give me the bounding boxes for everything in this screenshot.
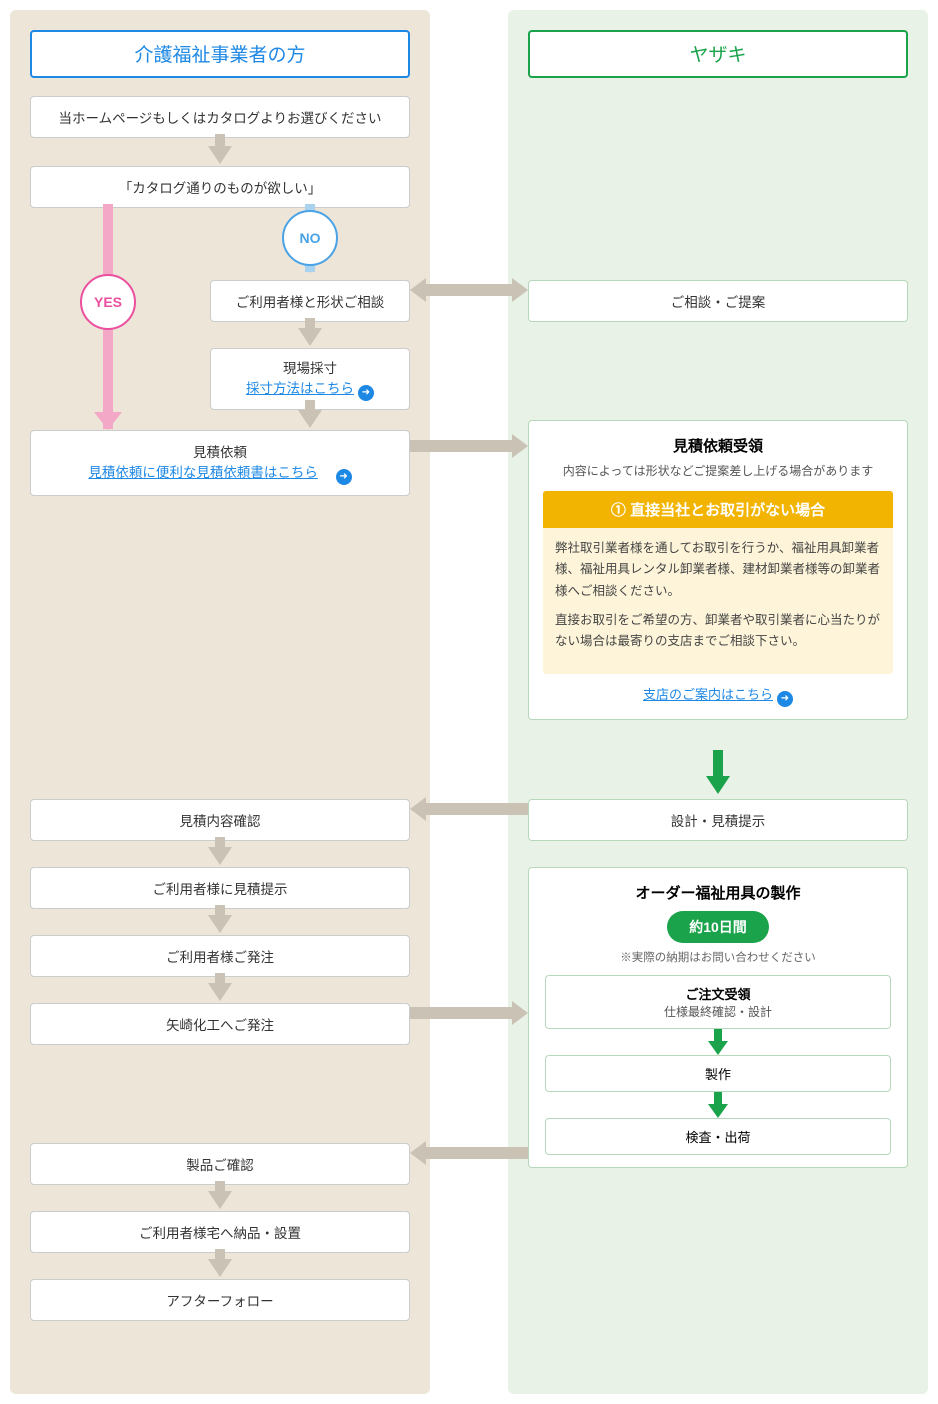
measure-link[interactable]: 採寸方法はこちら xyxy=(246,381,354,396)
step-want-catalog-item: 「カタログ通りのものが欲しい」 xyxy=(30,166,410,208)
estimate-received-panel: 見積依頼受領 内容によっては形状などご提案差し上げる場合があります 直接当社とお… xyxy=(528,420,908,720)
arrow-left xyxy=(410,797,528,821)
arrow-right xyxy=(410,434,528,458)
mfg-note: ※実際の納期はお問い合わせください xyxy=(539,949,897,965)
left-header: 介護福祉事業者の方 xyxy=(30,30,410,78)
arrow xyxy=(215,1249,225,1259)
arrow xyxy=(706,776,730,794)
step-yazaki-consult: ご相談・ご提案 xyxy=(528,280,908,322)
arrow-bidirectional xyxy=(410,278,528,302)
mfg-sub-order-title: ご注文受領 xyxy=(550,984,886,1003)
arrow-icon xyxy=(777,691,793,707)
yes-circle: YES xyxy=(80,274,136,330)
step-deliver: ご利用者様宅へ納品・設置 xyxy=(30,1211,410,1253)
arrow-left xyxy=(410,1141,528,1165)
notice-text-1: 弊社取引業者様を通してお取引を行うか、福祉用具卸業者様、福祉用具レンタル卸業者様… xyxy=(555,538,881,602)
step-estimate-request: 見積依頼 見積依頼に便利な見積依頼書はこちら xyxy=(30,430,410,496)
arrow xyxy=(215,905,225,915)
arrow xyxy=(208,146,232,164)
no-direct-account-notice: 直接当社とお取引がない場合 弊社取引業者様を通してお取引を行うか、福祉用具卸業者… xyxy=(543,491,893,674)
mfg-sub-order: ご注文受領 仕様最終確認・設計 xyxy=(545,975,891,1029)
branch-info-link[interactable]: 支店のご案内はこちら xyxy=(643,687,773,702)
arrow xyxy=(215,837,225,847)
right-header: ヤザキ xyxy=(528,30,908,78)
arrow xyxy=(208,915,232,933)
estimate-title: 見積依頼 xyxy=(37,441,403,461)
manufacturing-panel: オーダー福祉用具の製作 約10日間 ※実際の納期はお問い合わせください ご注文受… xyxy=(528,867,908,1168)
measure-title: 現場採寸 xyxy=(217,357,403,377)
estimate-received-sub: 内容によっては形状などご提案差し上げる場合があります xyxy=(543,462,893,479)
estimate-received-title: 見積依頼受領 xyxy=(543,435,893,456)
notice-header: 直接当社とお取引がない場合 xyxy=(543,491,893,528)
step-confirm-estimate: 見積内容確認 xyxy=(30,799,410,841)
arrow xyxy=(305,318,315,328)
step-design-quote: 設計・見積提示 xyxy=(528,799,908,841)
right-column: ヤザキ ご相談・ご提案 見積依頼受領 内容によっては形状などご提案差し上げる場合… xyxy=(508,10,928,1394)
arrow-icon xyxy=(358,385,374,401)
mfg-sub-ship: 検査・出荷 xyxy=(545,1118,891,1155)
arrow xyxy=(713,750,723,776)
estimate-form-link[interactable]: 見積依頼に便利な見積依頼書はこちら xyxy=(88,465,318,480)
arrow-icon xyxy=(336,469,352,485)
arrow xyxy=(208,847,232,865)
step-user-order: ご利用者様ご発注 xyxy=(30,935,410,977)
arrow xyxy=(215,134,225,146)
arrow xyxy=(215,1181,225,1191)
arrow xyxy=(208,1259,232,1277)
step-select-from-catalog: 当ホームページもしくはカタログよりお選びください xyxy=(30,96,410,138)
no-circle: NO xyxy=(282,210,338,266)
arrow xyxy=(215,973,225,983)
notice-text-2: 直接お取引をご希望の方、卸業者や取引業者に心当たりがない場合は最寄りの支店までご… xyxy=(555,610,881,653)
step-consult-shape: ご利用者様と形状ご相談 xyxy=(210,280,410,322)
step-show-estimate: ご利用者様に見積提示 xyxy=(30,867,410,909)
arrow xyxy=(208,1191,232,1209)
mfg-sub-order-sub: 仕様最終確認・設計 xyxy=(550,1003,886,1020)
arrow xyxy=(298,410,322,428)
step-product-check: 製品ご確認 xyxy=(30,1143,410,1185)
arrow-right xyxy=(410,1001,528,1025)
step-order-to-yazaki: 矢崎化工へご発注 xyxy=(30,1003,410,1045)
mfg-duration-badge: 約10日間 xyxy=(667,911,769,943)
mfg-sub-build: 製作 xyxy=(545,1055,891,1092)
flowchart: 介護福祉事業者の方 当ホームページもしくはカタログよりお選びください 「カタログ… xyxy=(0,0,938,1404)
step-after-follow: アフターフォロー xyxy=(30,1279,410,1321)
mfg-title: オーダー福祉用具の製作 xyxy=(539,882,897,903)
arrow xyxy=(298,328,322,346)
left-column: 介護福祉事業者の方 当ホームページもしくはカタログよりお選びください 「カタログ… xyxy=(10,10,430,1394)
arrow xyxy=(208,983,232,1001)
arrow xyxy=(305,400,315,410)
